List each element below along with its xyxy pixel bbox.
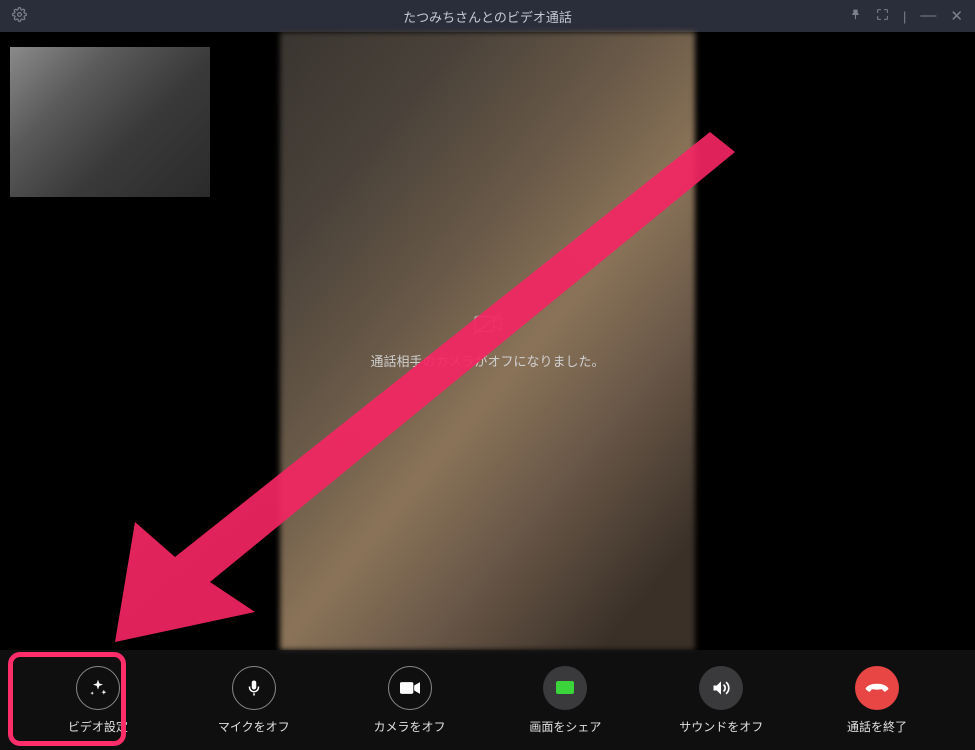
screen-share-label: 画面をシェア bbox=[529, 718, 601, 735]
close-icon[interactable]: ✕ bbox=[950, 7, 963, 25]
divider: | bbox=[903, 9, 906, 24]
screen-share-button[interactable]: 画面をシェア bbox=[505, 666, 625, 735]
titlebar-right: | — ✕ bbox=[849, 7, 963, 25]
self-video-preview[interactable] bbox=[10, 47, 210, 197]
camera-toggle-button[interactable]: カメラをオフ bbox=[350, 666, 470, 735]
mic-toggle-button[interactable]: マイクをオフ bbox=[194, 666, 314, 735]
video-settings-label: ビデオ設定 bbox=[68, 718, 128, 735]
window-title: たつみちさんとのビデオ通話 bbox=[403, 7, 572, 26]
mic-toggle-label: マイクをオフ bbox=[218, 718, 290, 735]
settings-gear-icon[interactable] bbox=[12, 7, 27, 25]
video-settings-button[interactable]: ビデオ設定 bbox=[38, 666, 158, 735]
speaker-icon bbox=[699, 666, 743, 710]
titlebar-left bbox=[12, 7, 27, 25]
fullscreen-icon[interactable] bbox=[876, 8, 889, 24]
end-call-label: 通話を終了 bbox=[847, 718, 907, 735]
camera-icon bbox=[388, 666, 432, 710]
minimize-icon[interactable]: — bbox=[920, 12, 936, 20]
hangup-icon bbox=[855, 666, 899, 710]
sound-toggle-label: サウンドをオフ bbox=[679, 718, 763, 735]
microphone-icon bbox=[232, 666, 276, 710]
remote-video-overlay: 通話相手のカメラがオフになりました。 bbox=[280, 32, 695, 650]
sparkle-icon bbox=[76, 666, 120, 710]
video-call-area: 通話相手のカメラがオフになりました。 bbox=[0, 32, 975, 650]
pin-icon[interactable] bbox=[849, 8, 862, 24]
camera-toggle-label: カメラをオフ bbox=[374, 718, 446, 735]
camera-off-message: 通話相手のカメラがオフになりました。 bbox=[370, 351, 604, 370]
end-call-button[interactable]: 通話を終了 bbox=[817, 666, 937, 735]
call-toolbar: ビデオ設定 マイクをオフ カメラをオフ 画面をシェア bbox=[0, 650, 975, 750]
sound-toggle-button[interactable]: サウンドをオフ bbox=[661, 666, 781, 735]
screen-share-icon bbox=[543, 666, 587, 710]
titlebar: たつみちさんとのビデオ通話 | — ✕ bbox=[0, 0, 975, 32]
camera-off-icon bbox=[473, 312, 503, 339]
